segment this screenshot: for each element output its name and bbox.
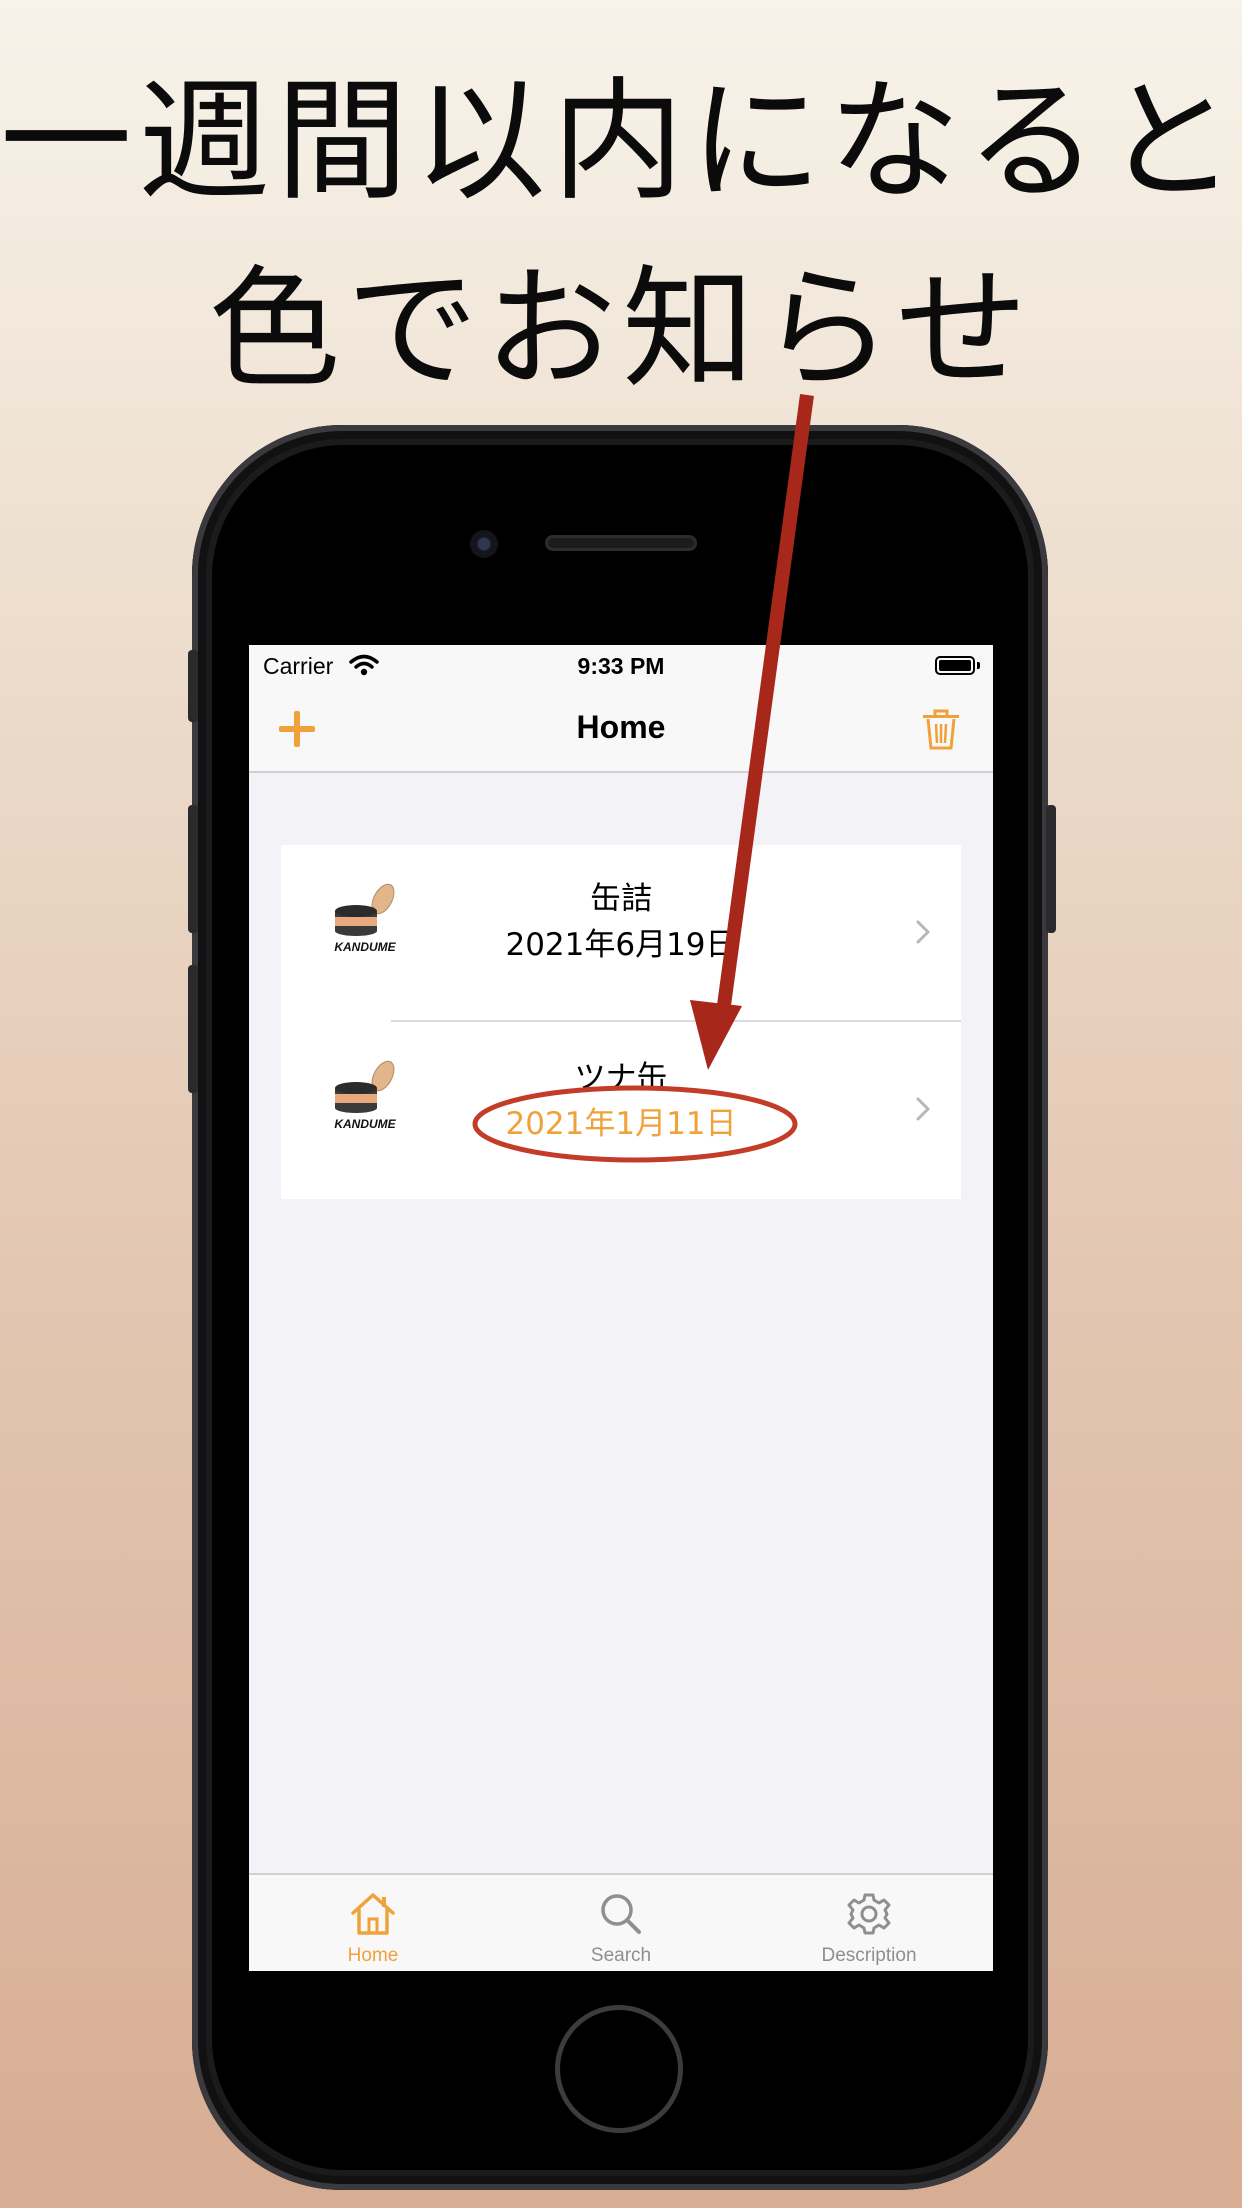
- annotation-arrow: [715, 394, 814, 1021]
- annotation-arrowhead: [690, 1000, 742, 1070]
- annotation-overlay: [472, 394, 814, 1163]
- highlight-ellipse: [472, 1085, 798, 1163]
